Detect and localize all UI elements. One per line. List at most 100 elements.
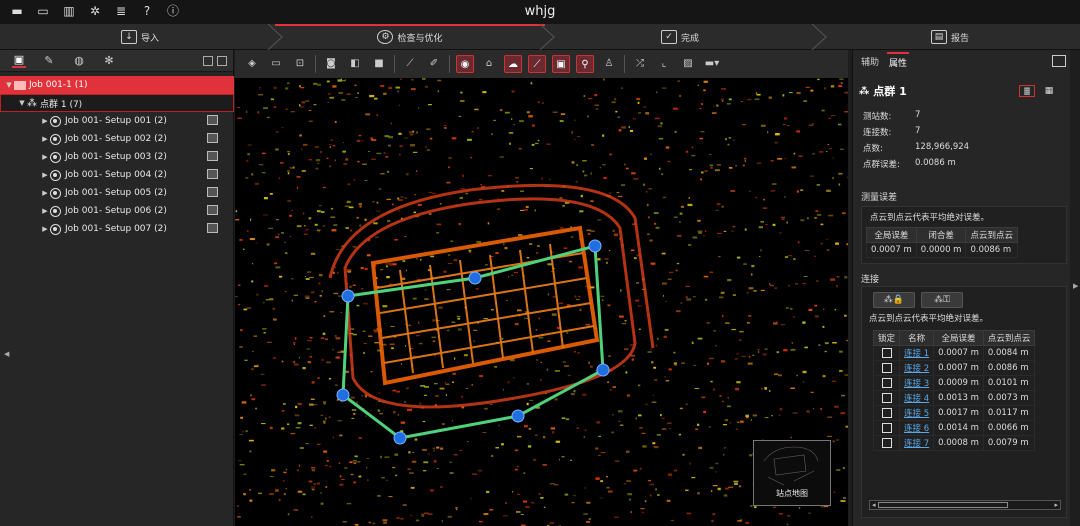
caret-down-icon[interactable]: ▼ (4, 81, 14, 89)
station-5[interactable] (511, 409, 525, 423)
image-icon[interactable] (207, 169, 218, 179)
step-report[interactable]: ▤ 报告 (910, 24, 990, 50)
image-icon[interactable] (207, 133, 218, 143)
image-icon[interactable]: ▣ (552, 55, 570, 73)
tree-item-cloud[interactable]: ▼ ⁂ 点群 1 (7) (0, 94, 234, 112)
fit-icon[interactable]: ⊡ (291, 55, 309, 73)
tab-settings-icon[interactable]: ✻ (102, 54, 116, 67)
station-4[interactable] (596, 363, 610, 377)
tab-assist[interactable]: 辅助 (859, 53, 881, 70)
tree-item-setup[interactable]: ▶ Job 001- Setup 004 (2) (0, 166, 234, 184)
lock-checkbox[interactable] (881, 422, 892, 433)
station-map[interactable]: 站点地图 (753, 440, 831, 506)
camera-icon[interactable]: ◙ (322, 55, 340, 73)
scroll-left-icon[interactable]: ◂ (872, 501, 876, 509)
table-row[interactable]: 连接 7 0.0008 m 0.0079 m (872, 435, 1036, 451)
connection-link[interactable]: 连接 5 (904, 409, 929, 419)
step-inspect[interactable]: ⚙ 检查与优化 (360, 24, 460, 50)
table-row[interactable]: 连接 1 0.0007 m 0.0084 m (872, 345, 1036, 361)
cloud-icon[interactable]: ☁ (504, 55, 522, 73)
lock-checkbox[interactable] (881, 437, 892, 448)
shuffle-icon[interactable]: ⤮ (631, 55, 649, 73)
square-icon[interactable]: ■ (370, 55, 388, 73)
shade-icon[interactable]: ◧ (346, 55, 364, 73)
point-cloud-viewport[interactable]: ◈ ▭ ⊡ ◙ ◧ ■ ⟋ ✐ ◉ ⌂ ☁ ⟋ ▣ ⚲ ♙ ⤮ ⌞ ▨ ▬▾ 站… (235, 50, 848, 526)
image-icon[interactable] (207, 151, 218, 161)
lock-checkbox[interactable] (881, 362, 892, 373)
tree-item-job[interactable]: ▼ Job 001-1 (1) (0, 76, 234, 94)
scroll-right-icon[interactable]: ▸ (1054, 501, 1058, 509)
image-icon[interactable] (207, 223, 218, 233)
tree-item-setup[interactable]: ▶ Job 001- Setup 003 (2) (0, 148, 234, 166)
tab-project-icon[interactable]: ▣ (12, 53, 26, 68)
unlock-cloud-button[interactable]: ⁂⚿ (921, 292, 963, 308)
tree-item-setup[interactable]: ▶ Job 001- Setup 002 (2) (0, 130, 234, 148)
lock-checkbox[interactable] (881, 347, 892, 358)
step-import[interactable]: ↓ 导入 (100, 24, 180, 50)
axis-icon[interactable]: ⌞ (655, 55, 673, 73)
connection-link[interactable]: 连接 3 (904, 379, 929, 389)
collapse-icon[interactable] (217, 56, 227, 66)
connection-link[interactable]: 连接 2 (904, 364, 929, 374)
link-icon[interactable]: ⟋ (528, 55, 546, 73)
station-1[interactable] (341, 289, 355, 303)
connection-link[interactable]: 连接 1 (904, 349, 929, 359)
caret-down-icon[interactable]: ▼ (17, 99, 27, 107)
tree-item-setup[interactable]: ▶ Job 001- Setup 006 (2) (0, 202, 234, 220)
stat-value: 128,966,924 (915, 142, 970, 152)
caret-right-icon[interactable]: ▶ (40, 207, 50, 215)
select-icon[interactable]: ◈ (243, 55, 261, 73)
pin-icon[interactable]: ⚲ (576, 55, 594, 73)
connection-link[interactable]: 连接 7 (904, 439, 929, 449)
horizontal-scrollbar[interactable]: ◂ ▸ (869, 500, 1061, 510)
connection-link[interactable]: 连接 6 (904, 424, 929, 434)
lock-checkbox[interactable] (881, 407, 892, 418)
table-row[interactable]: 连接 2 0.0007 m 0.0086 m (872, 360, 1036, 376)
connection-link[interactable]: 连接 4 (904, 394, 929, 404)
caret-right-icon[interactable]: ▶ (40, 117, 50, 125)
display-menu-icon[interactable]: ▬▾ (703, 55, 721, 73)
tab-properties[interactable]: 属性 (887, 51, 910, 71)
collapse-left-icon[interactable]: ◀ (4, 350, 9, 358)
caret-right-icon[interactable]: ▶ (40, 225, 50, 233)
tab-globe-icon[interactable]: ◍ (72, 54, 86, 67)
tab-annotation-icon[interactable]: ✎ (42, 54, 56, 67)
caret-right-icon[interactable]: ▶ (40, 153, 50, 161)
user-icon[interactable]: ♙ (600, 55, 618, 73)
tree-item-setup[interactable]: ▶ Job 001- Setup 005 (2) (0, 184, 234, 202)
list-view-icon[interactable]: ≣ (1019, 85, 1035, 97)
caret-right-icon[interactable]: ▶ (40, 189, 50, 197)
image-icon[interactable] (207, 205, 218, 215)
collapse-right-icon[interactable]: ▶ (1073, 282, 1078, 290)
tree-item-setup[interactable]: ▶ Job 001- Setup 001 (2) (0, 112, 234, 130)
table-row[interactable]: 连接 3 0.0009 m 0.0101 m (872, 375, 1036, 391)
image-icon[interactable] (207, 187, 218, 197)
tree-item-setup[interactable]: ▶ Job 001- Setup 007 (2) (0, 220, 234, 238)
station-7[interactable] (336, 388, 350, 402)
step-finish[interactable]: ✓ 完成 (640, 24, 720, 50)
lock-cloud-button[interactable]: ⁂🔒 (873, 292, 915, 308)
caret-right-icon[interactable]: ▶ (40, 171, 50, 179)
table-row[interactable]: 连接 6 0.0014 m 0.0066 m (872, 420, 1036, 436)
table-row[interactable]: 连接 5 0.0017 m 0.0117 m (872, 405, 1036, 421)
lock-checkbox[interactable] (881, 377, 892, 388)
tree-item-label: Job 001- Setup 006 (2) (65, 206, 167, 216)
caret-right-icon[interactable]: ▶ (40, 135, 50, 143)
station-2[interactable] (468, 271, 482, 285)
table-row[interactable]: 连接 4 0.0013 m 0.0073 m (872, 390, 1036, 406)
lock-checkbox[interactable] (881, 392, 892, 403)
station-3[interactable] (588, 239, 602, 253)
station-6[interactable] (393, 431, 407, 445)
setup-list: ▶ Job 001- Setup 001 (2) ▶ Job 001- Setup 0… (0, 112, 234, 238)
tag-icon[interactable]: ⌂ (480, 55, 498, 73)
measure-icon[interactable]: ⟋ (401, 55, 419, 73)
scroll-thumb[interactable] (878, 502, 1008, 508)
box-icon[interactable]: ▭ (267, 55, 285, 73)
photo-icon[interactable]: ▨ (679, 55, 697, 73)
pen-icon[interactable]: ✐ (425, 55, 443, 73)
target-icon[interactable]: ◉ (456, 55, 474, 73)
expand-icon[interactable] (203, 56, 213, 66)
grid-view-icon[interactable]: ▦ (1041, 85, 1057, 97)
image-icon[interactable] (207, 115, 218, 125)
float-window-icon[interactable] (1052, 55, 1066, 67)
